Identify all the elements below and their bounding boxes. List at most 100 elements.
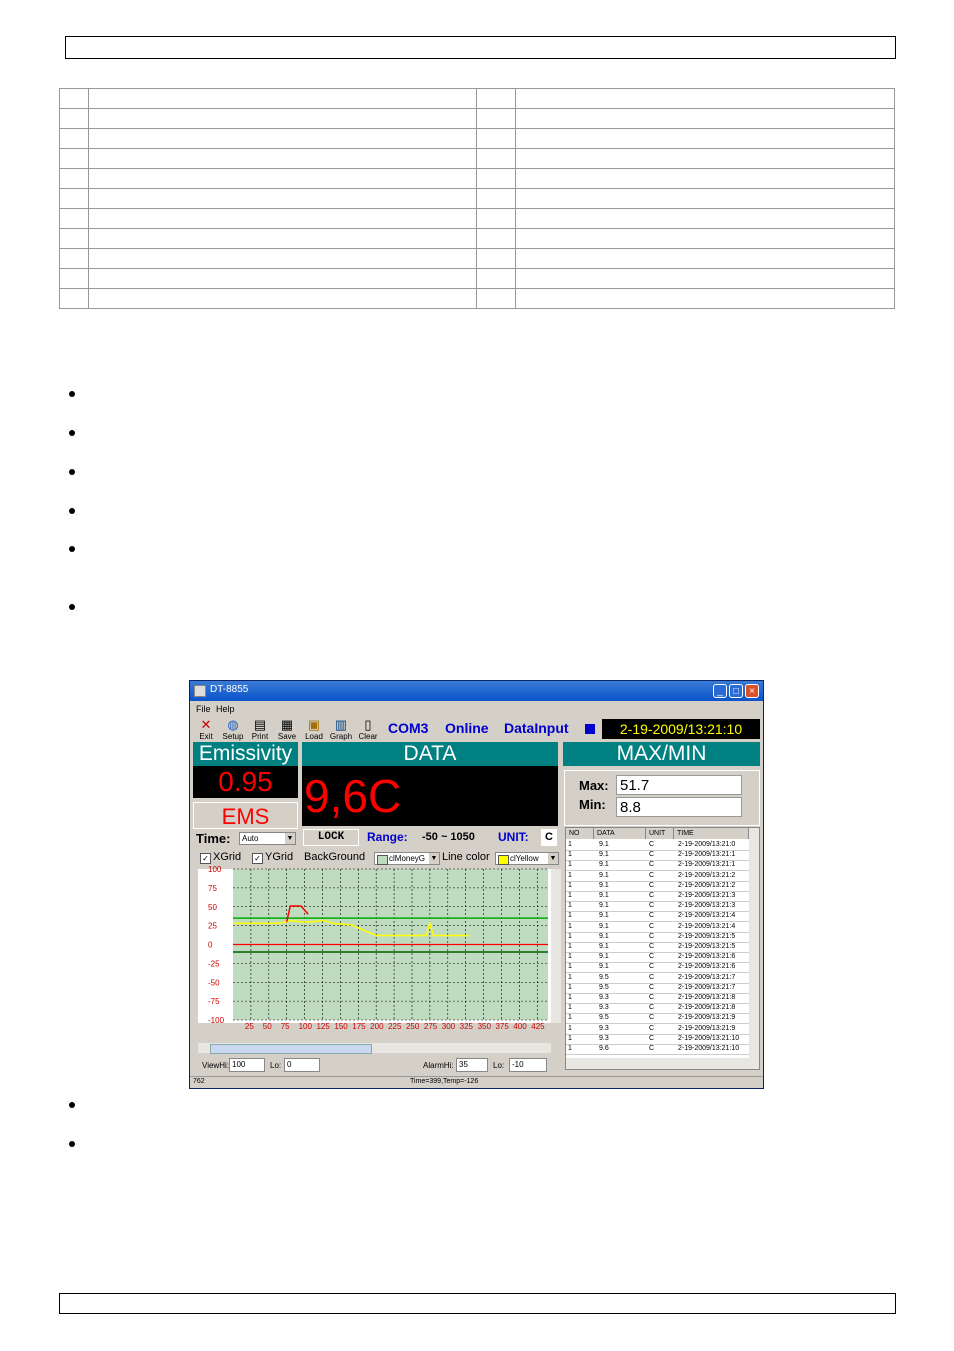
alarmlo-input[interactable]: -10	[509, 1058, 547, 1072]
x-tick-label: 175	[352, 1022, 366, 1031]
list-cell: C	[649, 953, 655, 961]
list-scrollbar-horizontal[interactable]	[566, 1058, 759, 1069]
alarmhi-label: AlarmHi:	[423, 1061, 454, 1070]
viewhi-input[interactable]: 100	[229, 1058, 265, 1072]
list-cell: 1	[568, 902, 572, 910]
list-cell: 1	[568, 1014, 572, 1022]
list-cell: 2-19-2009/13:21:3	[678, 902, 736, 910]
list-cell: 2-19-2009/13:21:3	[678, 892, 736, 899]
table-cell	[59, 268, 89, 289]
table-cell	[87, 188, 478, 209]
viewlo-input[interactable]: 0	[284, 1058, 320, 1072]
bullet-dot	[69, 546, 75, 552]
table-cell	[59, 108, 89, 129]
table-cell	[476, 248, 517, 269]
list-cell: 1	[568, 963, 572, 971]
list-cell: 9.1	[599, 902, 609, 910]
list-cell: 1	[568, 841, 572, 848]
list-cell: 9.1	[599, 871, 609, 879]
table-row	[59, 228, 895, 249]
list-cell: C	[649, 943, 655, 950]
list-cell: 1	[568, 953, 572, 961]
list-cell: 1	[568, 994, 572, 1001]
table-cell	[476, 88, 517, 109]
table-cell	[515, 268, 895, 289]
table-cell	[59, 248, 89, 269]
x-tick-label: 325	[460, 1022, 474, 1031]
table-cell	[515, 228, 895, 249]
list-item[interactable]: 1 9.6 C 2-19-2009/13:21:10	[566, 1044, 749, 1055]
table-cell	[59, 208, 89, 229]
chart-scrollbar-vertical[interactable]	[551, 869, 561, 1023]
table-cell	[476, 188, 517, 209]
data-list[interactable]: NO DATA UNIT TIME 1 9.1 C 2-19-2009/13:21:0…	[565, 827, 760, 1070]
list-cell: C	[649, 983, 655, 991]
list-header-data[interactable]: DATA	[594, 828, 646, 839]
list-header-time[interactable]: TIME	[674, 828, 749, 839]
list-cell: 2-19-2009/13:21:6	[678, 963, 736, 971]
x-tick-label: 275	[424, 1022, 438, 1031]
table-row	[59, 188, 895, 209]
list-cell: C	[649, 841, 655, 848]
list-cell: 9.1	[599, 932, 609, 940]
list-cell: 2-19-2009/13:21:9	[678, 1024, 736, 1032]
table-cell	[476, 288, 517, 309]
x-tick-label: 125	[316, 1022, 330, 1031]
bullet-dot	[69, 1102, 75, 1108]
table-row	[59, 208, 895, 229]
x-tick-label: 225	[388, 1022, 402, 1031]
list-cell: 2-19-2009/13:21:1	[678, 861, 736, 869]
list-cell: 2-19-2009/13:21:2	[678, 881, 736, 889]
table-cell	[476, 208, 517, 229]
bullet-dot	[69, 391, 75, 397]
scroll-thumb[interactable]	[210, 1044, 372, 1054]
list-header-unit[interactable]: UNIT	[646, 828, 674, 839]
list-cell: 1	[568, 1045, 572, 1052]
bullet-dot	[69, 508, 75, 514]
list-cell: 1	[568, 871, 572, 879]
app-window: DT-8855 _ □ × File Help ✕ Exit ◍ Setup ▤ Pr…	[189, 680, 764, 1089]
table-cell	[476, 148, 517, 169]
list-cell: 1	[568, 861, 572, 869]
list-cell: 2-19-2009/13:21:7	[678, 973, 736, 981]
list-cell: 9.3	[599, 1034, 609, 1042]
table-cell	[87, 148, 478, 169]
list-scrollbar-vertical[interactable]	[749, 828, 759, 1058]
bullet-dot	[69, 469, 75, 475]
y-tick-label: -75	[208, 997, 220, 1006]
list-cell: 1	[568, 983, 572, 991]
list-cell: C	[649, 892, 655, 899]
list-cell: C	[649, 861, 655, 869]
list-cell: C	[649, 881, 655, 889]
table-cell	[515, 188, 895, 209]
x-tick-label: 150	[334, 1022, 348, 1031]
list-cell: C	[649, 1045, 655, 1052]
table-cell	[476, 268, 517, 289]
x-tick-label: 400	[513, 1022, 527, 1031]
table-row	[59, 168, 895, 189]
list-header-no[interactable]: NO	[566, 828, 594, 839]
bullet-dot	[69, 1141, 75, 1147]
table-cell	[515, 288, 895, 309]
table-cell	[59, 228, 89, 249]
list-cell: 1	[568, 1004, 572, 1012]
y-tick-label: 100	[208, 865, 222, 874]
table-row	[59, 288, 895, 309]
list-cell: 1	[568, 932, 572, 940]
list-cell: 9.3	[599, 994, 609, 1001]
list-cell: C	[649, 994, 655, 1001]
table-cell	[515, 208, 895, 229]
status-center: Time=399,Temp=-126	[410, 1078, 479, 1085]
list-cell: 9.1	[599, 912, 609, 920]
list-cell: 9.6	[599, 1045, 609, 1052]
list-cell: 9.1	[599, 943, 609, 950]
alarmhi-input[interactable]: 35	[456, 1058, 488, 1072]
list-cell: 9.3	[599, 1024, 609, 1032]
x-tick-label: 25	[245, 1022, 254, 1031]
table-cell	[87, 128, 478, 149]
y-tick-label: 0	[208, 941, 213, 950]
table-cell	[87, 288, 478, 309]
table-cell	[59, 128, 89, 149]
list-cell: 2-19-2009/13:21:8	[678, 1004, 736, 1012]
table-cell	[87, 108, 478, 129]
